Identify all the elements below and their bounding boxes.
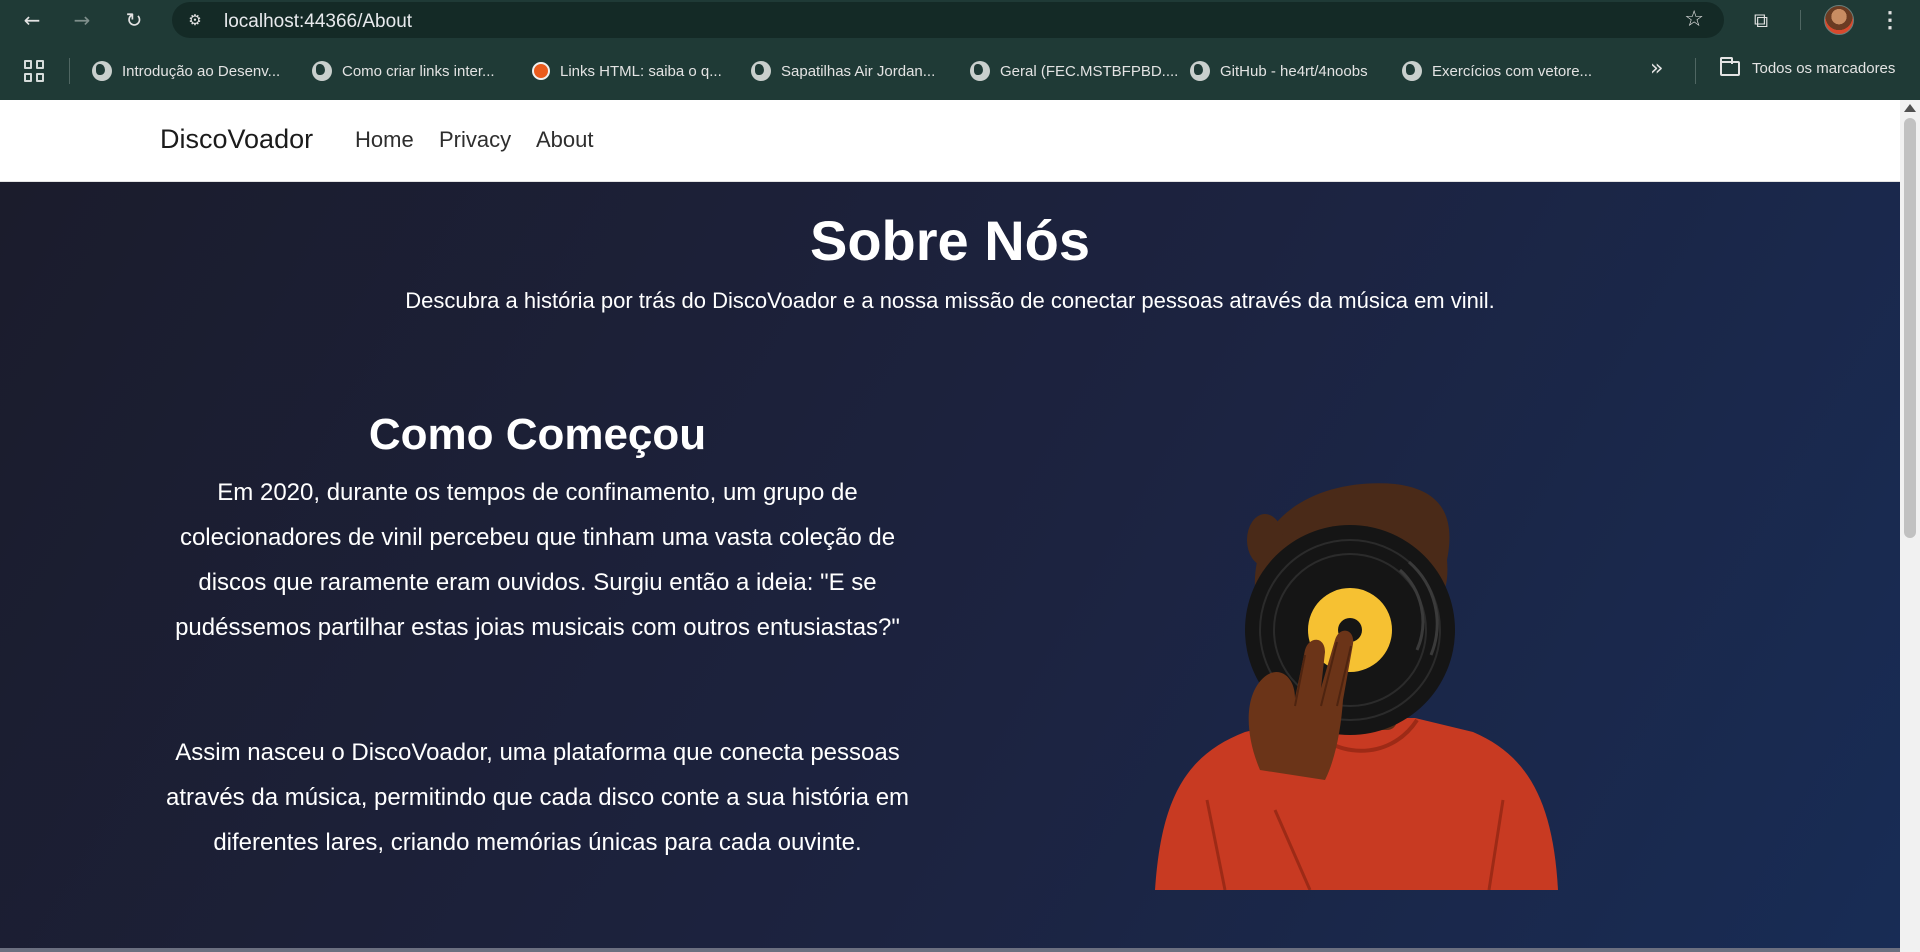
globe-icon	[970, 61, 990, 81]
folder-icon	[1720, 57, 1740, 76]
globe-icon	[751, 61, 771, 81]
page-viewport: DiscoVoador Home Privacy About Sobre Nós…	[0, 100, 1920, 952]
toolbar-divider	[1800, 10, 1801, 30]
bookmark-label: Como criar links inter...	[342, 62, 495, 80]
bookmark-item[interactable]: Como criar links inter...	[312, 60, 495, 82]
page-scrollbar[interactable]	[1900, 100, 1920, 952]
orange-favicon-icon	[532, 62, 550, 80]
about-section: Sobre Nós Descubra a história por trás d…	[0, 182, 1900, 952]
story-paragraph: Assim nasceu o DiscoVoador, uma platafor…	[165, 739, 910, 856]
page-subtitle: Descubra a história por trás do DiscoVoa…	[405, 288, 1495, 313]
bookmark-item[interactable]: GitHub - he4rt/4noobs	[1190, 60, 1368, 82]
globe-icon	[312, 61, 332, 81]
apps-grid-icon[interactable]	[24, 60, 46, 82]
nav-link-about[interactable]: About	[536, 127, 594, 153]
more-bookmarks-chevron-icon[interactable]: »	[1650, 56, 1663, 81]
story-paragraph: Em 2020, durante os tempos de confinamen…	[175, 479, 900, 641]
site-info-icon[interactable]: ⚙	[184, 9, 206, 31]
bookmark-label: Geral (FEC.MSTBFPBD....	[1000, 62, 1179, 80]
bookmark-label: Links HTML: saiba o q...	[560, 62, 722, 80]
bookmark-item[interactable]: Exercícios com vetore...	[1402, 60, 1592, 82]
globe-icon	[1402, 61, 1422, 81]
nav-link-privacy[interactable]: Privacy	[439, 127, 511, 153]
page-bottom-edge	[0, 948, 1900, 952]
browser-menu-icon[interactable]: ⋮	[1876, 6, 1904, 34]
extensions-icon[interactable]: ⧉	[1747, 6, 1775, 34]
bookmark-star-icon[interactable]: ☆	[1684, 7, 1704, 32]
page-title: Sobre Nós	[809, 209, 1091, 272]
back-arrow-icon[interactable]: ←	[18, 6, 46, 34]
story-heading: Como Começou	[368, 410, 707, 459]
scroll-up-arrow-icon[interactable]	[1904, 104, 1916, 112]
globe-icon	[1190, 61, 1210, 81]
bookmarks-bar: Introdução ao Desenv... Como criar links…	[0, 40, 1920, 100]
scroll-thumb[interactable]	[1904, 118, 1916, 538]
vinyl-listener-illustration	[1155, 483, 1558, 890]
bookmark-label: Sapatilhas Air Jordan...	[781, 62, 936, 80]
profile-avatar[interactable]	[1824, 5, 1854, 35]
nav-link-home[interactable]: Home	[355, 127, 414, 153]
bookmark-label: Exercícios com vetore...	[1432, 62, 1593, 80]
site-brand[interactable]: DiscoVoador	[160, 124, 313, 155]
bookmark-label: Introdução ao Desenv...	[122, 62, 281, 80]
bookmark-item[interactable]: Geral (FEC.MSTBFPBD....	[970, 60, 1178, 82]
address-bar[interactable]: ⚙ localhost:44366/About ☆	[172, 2, 1724, 38]
forward-arrow-icon[interactable]: →	[68, 6, 96, 34]
bookmark-item[interactable]: Introdução ao Desenv...	[92, 60, 280, 82]
bookmark-item[interactable]: Sapatilhas Air Jordan...	[751, 60, 935, 82]
reload-icon[interactable]: ↻	[120, 6, 148, 34]
site-navbar: DiscoVoador Home Privacy About	[0, 100, 1900, 182]
globe-icon	[92, 61, 112, 81]
bookmark-label: GitHub - he4rt/4noobs	[1220, 62, 1368, 80]
bookmark-item[interactable]: Links HTML: saiba o q...	[532, 60, 722, 82]
bookmarks-divider	[1695, 58, 1696, 84]
bookmarks-divider	[69, 58, 70, 84]
all-bookmarks-label: Todos os marcadores	[1752, 60, 1896, 77]
all-bookmarks-folder[interactable]: Todos os marcadores	[1720, 57, 1896, 77]
url-text[interactable]: localhost:44366/About	[224, 11, 412, 33]
browser-toolbar: ← → ↻ ⚙ localhost:44366/About ☆ ⧉ ⋮	[0, 0, 1920, 40]
